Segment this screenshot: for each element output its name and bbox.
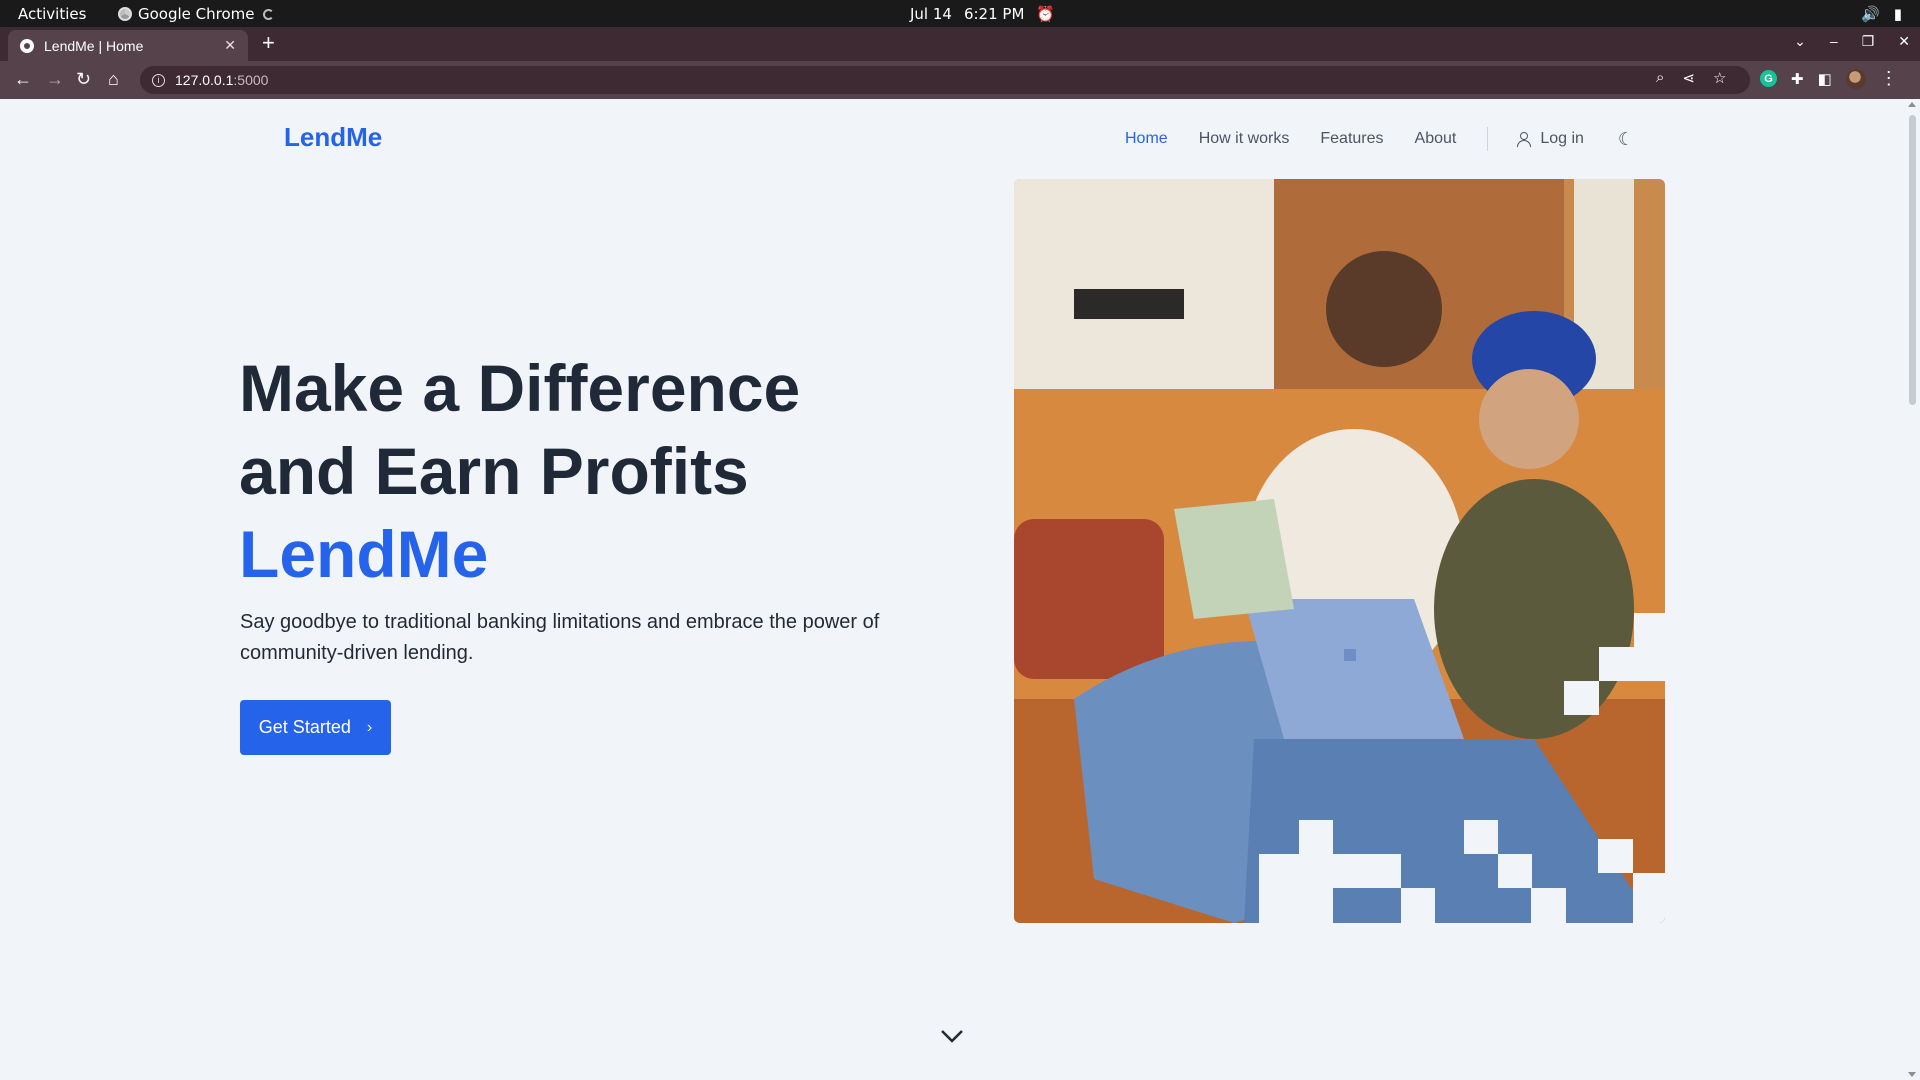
new-tab-button[interactable]: + [262,32,275,54]
nav-how-it-works[interactable]: How it works [1199,130,1290,148]
page-scrollbar[interactable] [1905,99,1920,1080]
side-panel-icon[interactable]: ◧ [1818,70,1832,88]
page-viewport: LendMe Home How it works Features About … [0,99,1905,1080]
chevron-right-icon: › [366,718,373,736]
hero-subtitle: Say goodbye to traditional banking limit… [240,611,880,664]
extensions-area: G ✚ ◧ ⋮ [1760,68,1898,89]
nav-home[interactable]: Home [1125,130,1168,148]
nav-divider [1487,127,1489,151]
chevron-down-icon[interactable] [940,1029,964,1043]
url-host: 127.0.0.1 [175,72,234,88]
login-label: Log in [1540,130,1584,147]
address-bar-actions: ⌕ ⋖ ☆ [1656,69,1726,87]
site-info-icon[interactable]: i [152,73,165,87]
minimize-icon[interactable]: – [1830,33,1838,50]
nav-features[interactable]: Features [1320,130,1383,148]
favicon-icon [20,38,34,53]
clock[interactable]: Jul 14 6:21 PM ⏰ [910,5,1055,23]
alarm-icon: ⏰ [1036,5,1056,23]
address-bar[interactable]: i 127.0.0.1 :5000 [140,66,1750,94]
hero-title-line2: and Earn Profits [239,434,749,508]
loading-spinner-icon [262,8,274,20]
get-started-button[interactable]: Get Started › [240,700,391,755]
browser-toolbar: ← → ↻ ⌂ i 127.0.0.1 :5000 ⌕ ⋖ ☆ G ✚ ◧ ⋮ [0,61,1920,99]
app-menu[interactable]: Google Chrome [118,5,274,23]
user-icon [1516,132,1532,147]
system-tray[interactable]: 🔊 ▮ [1861,5,1902,23]
reload-icon[interactable]: ↻ [76,69,91,89]
tab-title: LendMe | Home [44,37,144,54]
hero-image [1014,179,1665,923]
close-tab-icon[interactable]: ✕ [224,37,236,54]
app-name: Google Chrome [138,5,255,23]
window-controls: ⌄ – ❐ ✕ [1794,33,1910,50]
volume-icon: 🔊 [1861,5,1880,23]
hero-title: Make a Difference and Earn Profits LendM… [239,347,800,596]
time: 6:21 PM [963,5,1025,23]
grammarly-extension-icon[interactable]: G [1760,70,1777,87]
activities-button[interactable]: Activities [18,5,86,23]
login-link[interactable]: Log in [1516,130,1584,148]
tab-strip: LendMe | Home ✕ [0,27,1920,61]
url-port: :5000 [233,72,269,88]
tab-search-icon[interactable]: ⌄ [1794,33,1806,50]
home-icon[interactable]: ⌂ [108,69,119,89]
menu-kebab-icon[interactable]: ⋮ [1880,68,1898,89]
extensions-puzzle-icon[interactable]: ✚ [1791,70,1804,88]
scroll-up-icon[interactable] [1908,102,1916,107]
forward-icon[interactable]: → [46,69,64,89]
battery-icon: ▮ [1893,5,1902,23]
site-logo[interactable]: LendMe [284,122,382,153]
bookmark-star-icon[interactable]: ☆ [1713,69,1726,87]
share-icon[interactable]: ⋖ [1682,69,1695,87]
scrollbar-thumb[interactable] [1909,115,1916,405]
site-nav: Home How it works Features About Log in … [1125,127,1634,151]
scroll-down-icon[interactable] [1908,1072,1916,1077]
maximize-icon[interactable]: ❐ [1862,33,1875,50]
chrome-icon [118,7,132,21]
nav-about[interactable]: About [1415,130,1457,148]
get-started-label: Get Started [258,717,351,737]
dark-mode-toggle-moon-icon[interactable]: ☾ [1618,129,1634,150]
back-icon[interactable]: ← [14,69,32,89]
browser-tab[interactable]: LendMe | Home ✕ [8,30,248,61]
close-window-icon[interactable]: ✕ [1898,33,1910,50]
date: Jul 14 [910,5,952,23]
zoom-icon[interactable]: ⌕ [1656,69,1664,87]
hero-title-line1: Make a Difference [239,351,801,425]
os-top-bar: Activities Google Chrome Jul 14 6:21 PM … [0,0,1920,27]
hero-title-accent: LendMe [239,517,489,591]
profile-avatar[interactable] [1845,68,1866,89]
